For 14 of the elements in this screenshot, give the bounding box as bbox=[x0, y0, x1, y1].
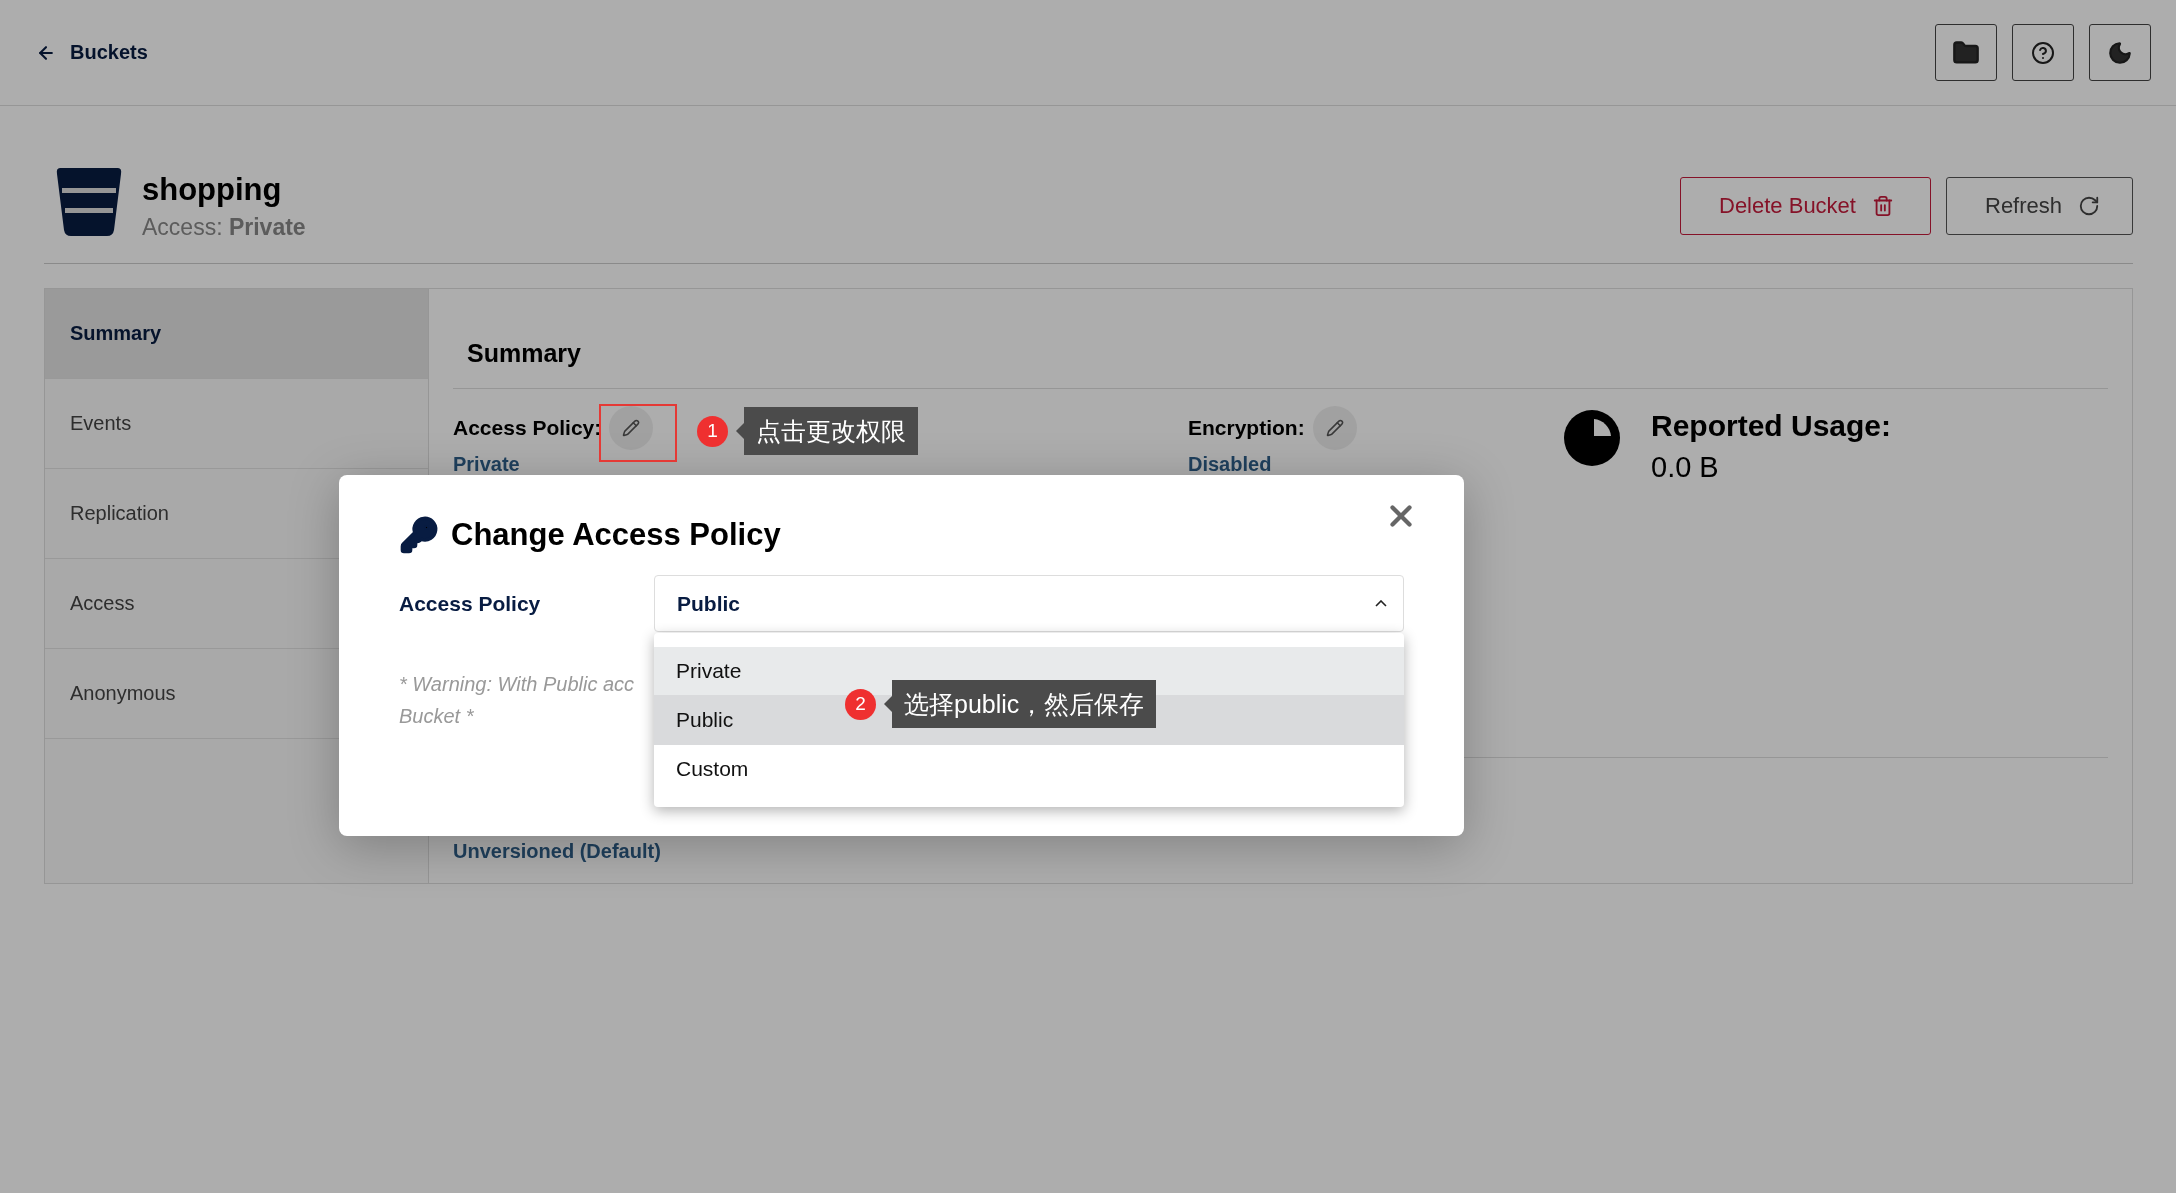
annotation-callout: 点击更改权限 bbox=[744, 407, 918, 455]
access-policy-label: Access Policy: bbox=[453, 416, 602, 440]
access-policy-value: Private bbox=[453, 453, 521, 476]
bucket-name: shopping bbox=[142, 172, 283, 208]
dialog-title: Change Access Policy bbox=[451, 517, 781, 553]
section-title: Summary bbox=[453, 289, 2108, 389]
encryption-label: Encryption: bbox=[1188, 416, 1305, 440]
usage-label: Reported Usage: bbox=[1651, 409, 1892, 443]
annotation-callout: 选择public，然后保存 bbox=[892, 680, 1157, 728]
encryption-value: Disabled bbox=[1188, 453, 1273, 476]
step-badge: 1 bbox=[697, 415, 728, 447]
usage-value: 0.0 B bbox=[1651, 451, 1720, 484]
versioning-value: Unversioned (Default) bbox=[453, 840, 662, 863]
bucket-access: Access: Private bbox=[142, 214, 306, 241]
